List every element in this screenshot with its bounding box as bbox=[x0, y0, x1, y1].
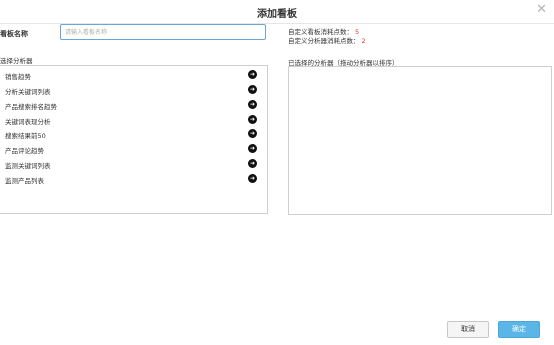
analyzer-item[interactable]: 关键词表现分析 ➜ bbox=[5, 114, 262, 126]
cancel-button[interactable]: 取消 bbox=[447, 321, 489, 338]
analyzer-item-label: 分析关键词列表 bbox=[5, 88, 51, 96]
arrow-right-icon[interactable]: ➜ bbox=[248, 85, 257, 94]
arrow-right-icon[interactable]: ➜ bbox=[248, 174, 257, 183]
analyzer-item[interactable]: 产品搜索排名趋势 ➜ bbox=[5, 99, 262, 111]
analyzer-section-label: 选择分析器 bbox=[0, 57, 33, 65]
dialog-header: 添加看板 ✕ bbox=[0, 0, 554, 24]
analyzer-item-label: 产品评论趋势 bbox=[5, 147, 44, 155]
analyzer-cost-info: 自定义分析器消耗点数： 2 bbox=[288, 35, 366, 45]
board-name-input[interactable] bbox=[60, 24, 266, 40]
arrow-right-icon[interactable]: ➜ bbox=[248, 159, 257, 168]
analyzer-cost-label: 自定义分析器消耗点数： bbox=[288, 37, 360, 45]
analyzer-item[interactable]: 监测产品列表 ➜ bbox=[5, 173, 262, 185]
analyzer-item-label: 产品搜索排名趋势 bbox=[5, 103, 57, 111]
dialog-title: 添加看板 bbox=[257, 9, 297, 20]
analyzer-item[interactable]: 分析关键词列表 ➜ bbox=[5, 84, 262, 96]
analyzer-item-label: 监测产品列表 bbox=[5, 177, 44, 185]
arrow-right-icon[interactable]: ➜ bbox=[248, 70, 257, 79]
arrow-right-icon[interactable]: ➜ bbox=[248, 129, 257, 138]
arrow-right-icon[interactable]: ➜ bbox=[248, 115, 257, 124]
close-icon[interactable]: ✕ bbox=[536, 2, 547, 18]
selected-analyzer-list[interactable] bbox=[288, 66, 552, 215]
analyzer-item-label: 监测关键词列表 bbox=[5, 162, 51, 170]
analyzer-item[interactable]: 监测关键词列表 ➜ bbox=[5, 158, 262, 170]
analyzer-list: 销售趋势 ➜ 分析关键词列表 ➜ 产品搜索排名趋势 ➜ 关键词表现分析 ➜ 搜索… bbox=[0, 65, 268, 214]
arrow-right-icon[interactable]: ➜ bbox=[248, 100, 257, 109]
analyzer-item-label: 关键词表现分析 bbox=[5, 118, 51, 126]
analyzer-item[interactable]: 产品评论趋势 ➜ bbox=[5, 143, 262, 155]
analyzer-item-label: 销售趋势 bbox=[5, 73, 31, 81]
board-name-label: 看板名称 bbox=[0, 30, 28, 38]
analyzer-item-label: 搜索结果前50 bbox=[5, 132, 46, 140]
analyzer-cost-value: 2 bbox=[361, 37, 366, 45]
analyzer-item[interactable]: 销售趋势 ➜ bbox=[5, 69, 262, 81]
analyzer-item[interactable]: 搜索结果前50 ➜ bbox=[5, 128, 262, 140]
arrow-right-icon[interactable]: ➜ bbox=[248, 144, 257, 153]
confirm-button[interactable]: 确定 bbox=[498, 321, 540, 338]
